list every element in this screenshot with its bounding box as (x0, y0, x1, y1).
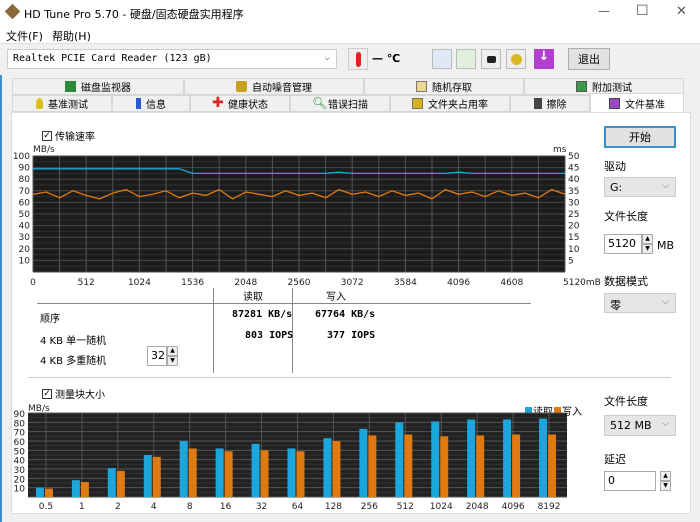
bar-write (404, 434, 413, 497)
x-tick-label: 8192 (538, 502, 561, 512)
x-tick-label: 4096 (502, 502, 525, 512)
delay-label: 延迟 (604, 453, 626, 466)
bar-write (116, 470, 125, 497)
x-tick-label: 32 (256, 502, 267, 512)
x-tick-label: 1024 (430, 502, 453, 512)
bar-read (431, 421, 440, 497)
bar-read (143, 455, 152, 497)
bar-write (188, 448, 197, 497)
x-tick-label: 256 (361, 502, 378, 512)
x-tick-label: 0.5 (39, 502, 53, 512)
delay-input[interactable]: 0 (604, 471, 656, 491)
bar-write (368, 435, 377, 497)
x-tick-label: 64 (292, 502, 304, 512)
spin-up-icon[interactable]: ▲ (660, 471, 671, 481)
y-tick-label: 10 (14, 485, 26, 495)
bar-read (179, 441, 188, 497)
bar-read (467, 419, 476, 497)
bar-write (296, 451, 305, 497)
bar-write (152, 456, 161, 497)
bar-read (107, 468, 116, 497)
bar-read (215, 448, 224, 497)
x-tick-label: 128 (325, 502, 342, 512)
file-length-label-2: 文件长度 (604, 395, 648, 408)
bar-write (332, 441, 341, 497)
bar-write (440, 436, 449, 497)
bar-write (476, 435, 485, 497)
select-value: 512 MB (610, 419, 652, 432)
x-tick-label: 8 (187, 502, 193, 512)
bar-write (80, 482, 89, 497)
bar-write (260, 450, 269, 497)
block-size-chart: 9080706050403020100.5 1 2 4 8 16 32 64 128 256 512… (14, 410, 567, 512)
bar-read (539, 418, 548, 497)
bar-write (548, 434, 557, 497)
bar-read (503, 419, 512, 497)
bar-read (71, 480, 80, 497)
bar-write (224, 451, 233, 497)
x-tick-label: 2 (115, 502, 121, 512)
bar-read (35, 487, 44, 497)
bar-write (512, 434, 521, 497)
bar-read (323, 438, 332, 497)
bar-read (395, 422, 404, 497)
file-length-select[interactable]: 512 MB ⌵ (604, 415, 676, 436)
bar-read (359, 428, 368, 497)
x-tick-label: 16 (220, 502, 232, 512)
x-tick-label: 1 (79, 502, 85, 512)
bar-write (44, 488, 53, 497)
x-tick-label: 4 (151, 502, 157, 512)
chevron-down-icon: ⌵ (662, 419, 669, 429)
bar-read (287, 448, 296, 497)
bar-read (251, 443, 260, 497)
spin-down-icon[interactable]: ▼ (660, 481, 671, 491)
x-tick-label: 2048 (466, 502, 489, 512)
x-tick-label: 512 (397, 502, 414, 512)
